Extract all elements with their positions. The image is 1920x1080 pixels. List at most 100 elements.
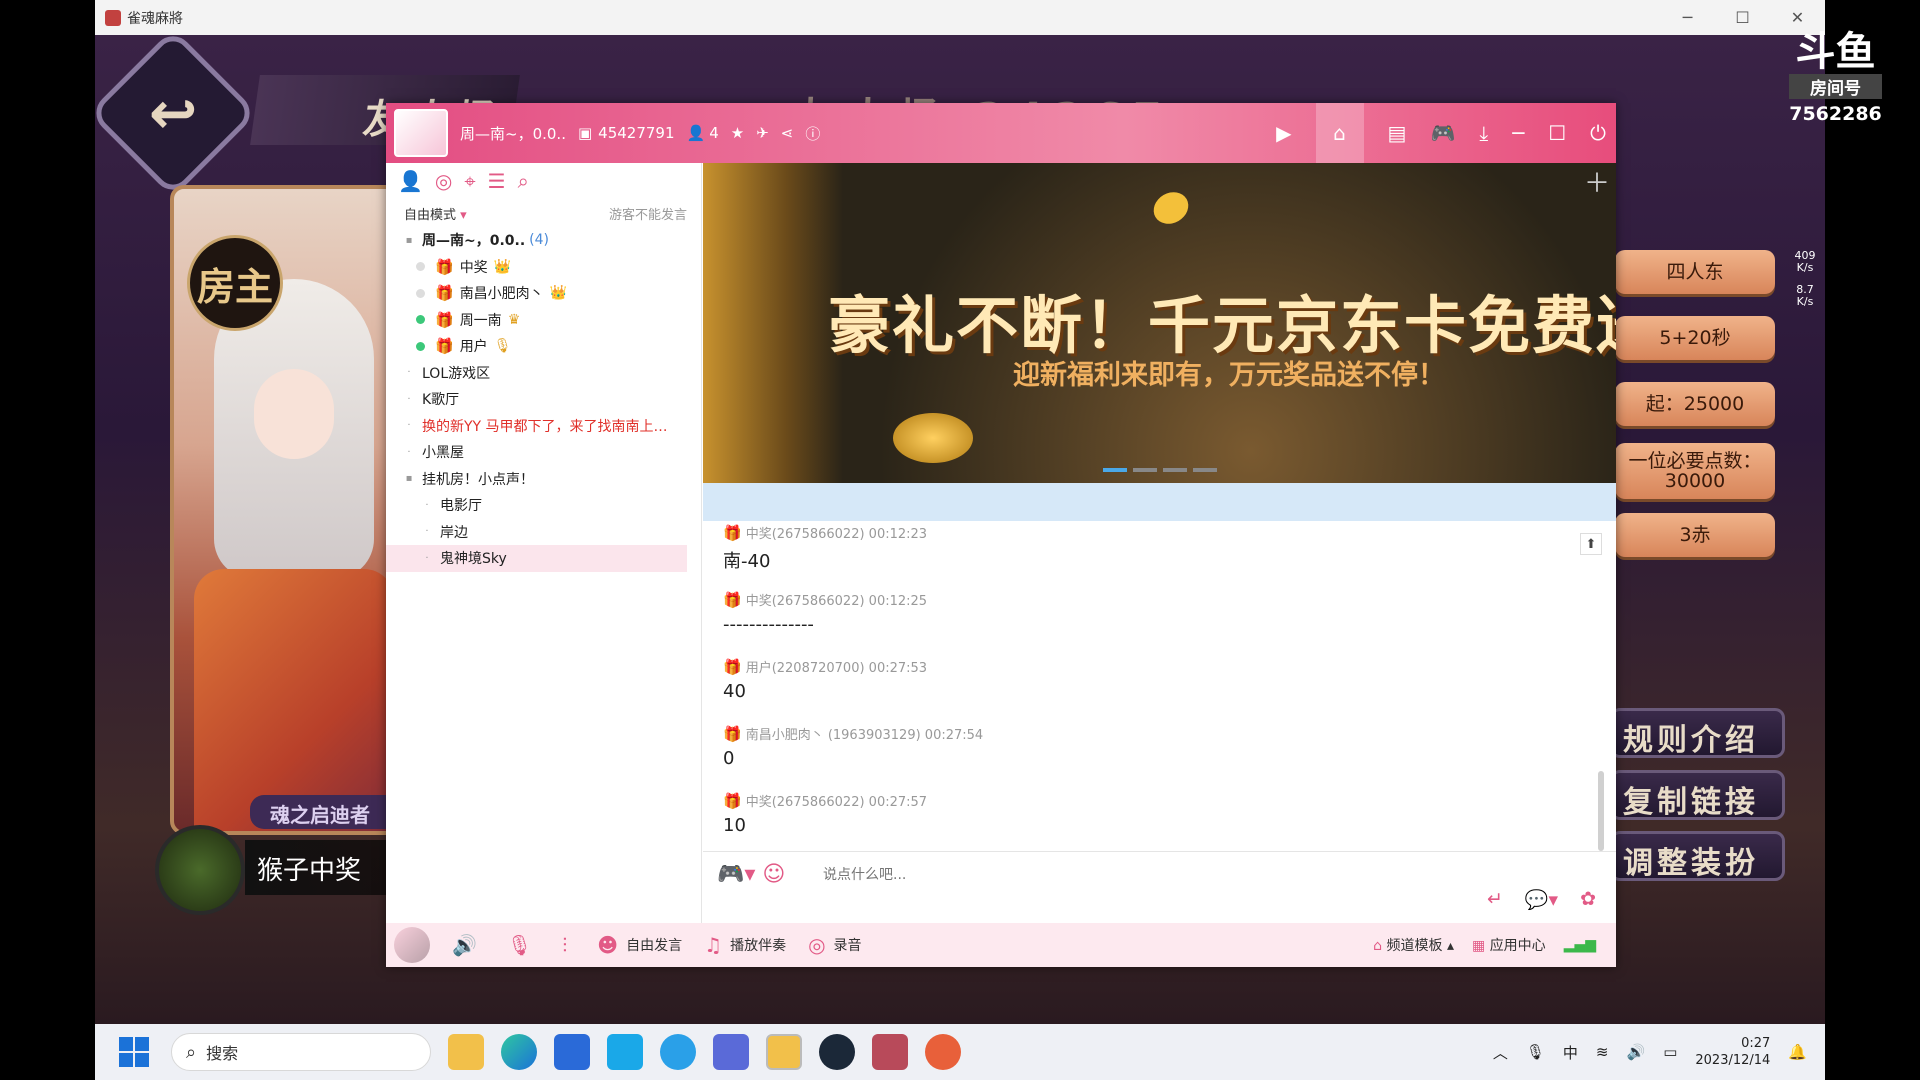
clock[interactable]: 0:27 2023/12/14 <box>1695 1035 1770 1069</box>
banner-dot[interactable] <box>1133 468 1157 472</box>
expand-icon[interactable]: ▪ <box>404 473 414 484</box>
maximize-icon[interactable]: ☐ <box>1548 121 1566 145</box>
taskbar-search[interactable]: ⌕ 搜索 <box>171 1033 431 1071</box>
chat-icon[interactable]: ◎ <box>435 169 452 193</box>
mic-button[interactable]: 🎙 <box>507 933 540 957</box>
mic-icon[interactable]: 🎙 <box>1526 1043 1545 1061</box>
promo-banner[interactable]: 豪礼不断！千元京东卡免费送 迎新福利来即有，万元奖品送不停！ ＋ <box>703 163 1616 483</box>
rules-intro-button[interactable]: 规则介绍 <box>1610 708 1785 758</box>
battery-icon[interactable]: ▭ <box>1663 1043 1677 1061</box>
app-icon[interactable] <box>607 1034 643 1070</box>
expand-icon[interactable]: · <box>404 447 414 458</box>
accompany-button[interactable]: ♫ 播放伴奏 <box>704 933 786 957</box>
banner-dot[interactable] <box>1193 468 1217 472</box>
power-icon[interactable]: ⏻ <box>1590 121 1606 145</box>
expand-icon[interactable]: · <box>404 394 414 405</box>
back-button[interactable]: ↩ <box>95 28 258 198</box>
fly-icon[interactable]: ✈ <box>756 124 769 142</box>
home-icon[interactable]: ⌂ <box>1315 103 1364 163</box>
info-icon[interactable]: ⓘ <box>805 123 820 144</box>
majsoul-icon[interactable] <box>872 1034 908 1070</box>
user-list-item[interactable]: 🎁 中奖 👑 <box>386 254 701 281</box>
news-icon[interactable]: ▤ <box>1388 121 1407 145</box>
chat-scrollbar[interactable] <box>1598 771 1604 851</box>
channel-list-item[interactable]: · 岸边 <box>386 519 701 546</box>
speech-bubble-icon[interactable]: 💬▾ <box>1525 888 1558 911</box>
steam-icon[interactable] <box>819 1034 855 1070</box>
yy-icon[interactable] <box>766 1034 802 1070</box>
location-icon[interactable]: ⌖ <box>464 169 475 193</box>
user-list-item[interactable]: 🎁 周一南 ♛ <box>386 307 701 334</box>
message-sender[interactable]: 用户(2208720700) 00:27:53 <box>746 661 927 676</box>
store-icon[interactable] <box>554 1034 590 1070</box>
channel-list-item[interactable]: ▪ 周—南~，0.0.. (4) <box>386 227 701 254</box>
channel-list-item[interactable]: · K歌厅 <box>386 386 701 413</box>
expand-icon[interactable]: · <box>422 526 432 537</box>
scroll-top-icon[interactable]: ⬆ <box>1580 533 1602 555</box>
app-center-button[interactable]: ▦ 应用中心 <box>1472 935 1546 955</box>
notification-bell-icon[interactable]: 🔔 <box>1788 1043 1807 1061</box>
enter-icon[interactable]: ↵ <box>1487 888 1503 911</box>
copy-link-button[interactable]: 复制链接 <box>1610 770 1785 820</box>
expand-icon[interactable]: · <box>422 500 432 511</box>
rule-time: 5+20秒 <box>1615 316 1775 360</box>
user-list-item[interactable]: 🎁 用户 🎙 <box>386 333 701 360</box>
tree-label: 电影厅 <box>440 498 482 515</box>
banner-dot[interactable] <box>1163 468 1187 472</box>
wifi-icon[interactable]: ≋ <box>1596 1043 1609 1061</box>
channel-list-item[interactable]: · LOL游戏区 <box>386 360 701 387</box>
message-sender[interactable]: 南昌小肥肉丶 (1963903129) 00:27:54 <box>746 728 984 743</box>
search-icon[interactable]: ⌕ <box>518 169 529 193</box>
minimize-icon[interactable]: ─ <box>1512 121 1524 145</box>
share-icon[interactable]: ⋖ <box>781 124 794 142</box>
download-icon[interactable]: ⤓ <box>1479 121 1488 145</box>
channel-template-button[interactable]: ⌂ 频道模板 ▴ <box>1373 935 1454 955</box>
app-icon[interactable] <box>713 1034 749 1070</box>
file-explorer-icon[interactable] <box>448 1034 484 1070</box>
message-sender[interactable]: 中奖(2675866022) 00:12:25 <box>746 594 927 609</box>
channel-list-item[interactable]: ▪ 挂机房！小点声！ <box>386 466 701 493</box>
member-count: (4) <box>529 232 550 249</box>
edge-icon[interactable] <box>501 1034 537 1070</box>
free-speak-button[interactable]: ☻ 自由发言 <box>597 933 682 957</box>
channel-list-item[interactable]: · 电影厅 <box>386 492 701 519</box>
message-sender[interactable]: 中奖(2675866022) 00:27:57 <box>746 795 927 810</box>
channel-avatar[interactable] <box>394 109 448 157</box>
volume-icon[interactable]: 🔊 <box>1627 1043 1646 1061</box>
browser-icon[interactable] <box>660 1034 696 1070</box>
record-button[interactable]: ◎ 录音 <box>808 933 861 957</box>
favorite-icon[interactable]: ★ <box>731 124 744 142</box>
banner-dot[interactable] <box>1103 468 1127 472</box>
game-icon[interactable]: 🎮 <box>1430 121 1455 145</box>
expand-icon[interactable]: · <box>404 420 414 431</box>
channel-list-item[interactable]: · 换的新YY 马甲都下了，来了找南南上… <box>386 413 701 440</box>
member-icon[interactable]: 👤 <box>398 169 423 193</box>
app-icon[interactable] <box>925 1034 961 1070</box>
expand-icon[interactable]: ▪ <box>404 235 414 246</box>
maximize-button[interactable]: ☐ <box>1715 0 1770 35</box>
message-sender[interactable]: 中奖(2675866022) 00:12:23 <box>746 527 927 542</box>
ime-indicator[interactable]: 中 <box>1563 1042 1578 1063</box>
chat-input[interactable] <box>823 862 1323 888</box>
banner-close-icon[interactable]: ＋ <box>1584 163 1610 200</box>
emoji-icon[interactable]: 🎮▾ ☺ <box>717 862 785 887</box>
channel-list-item[interactable]: · 鬼神境Sky <box>386 545 687 572</box>
mode-dropdown[interactable]: 自由模式 ▾ <box>404 204 467 223</box>
mixer-button[interactable]: ⫶ <box>562 933 575 957</box>
list-icon[interactable]: ☰ <box>488 169 506 193</box>
flower-icon[interactable]: ✿ <box>1580 888 1596 911</box>
tree-label: 换的新YY 马甲都下了，来了找南南上… <box>422 418 668 435</box>
channel-list-item[interactable]: · 小黑屋 <box>386 439 701 466</box>
clock-time: 0:27 <box>1741 1036 1771 1051</box>
user-list-item[interactable]: 🎁 南昌小肥肉丶 👑 <box>386 280 701 307</box>
dress-up-button[interactable]: 调整装扮 <box>1610 831 1785 881</box>
speaker-button[interactable]: 🔊 <box>452 933 485 957</box>
my-avatar[interactable] <box>394 927 430 963</box>
video-icon[interactable]: ▶ <box>1276 121 1291 145</box>
start-button[interactable] <box>119 1037 149 1067</box>
expand-icon[interactable]: · <box>404 367 414 378</box>
expand-icon[interactable]: · <box>422 553 432 564</box>
role-badge-icon: 🎙 <box>493 338 512 355</box>
minimize-button[interactable]: ─ <box>1660 0 1715 35</box>
chevron-up-icon[interactable]: ︿ <box>1493 1042 1508 1063</box>
